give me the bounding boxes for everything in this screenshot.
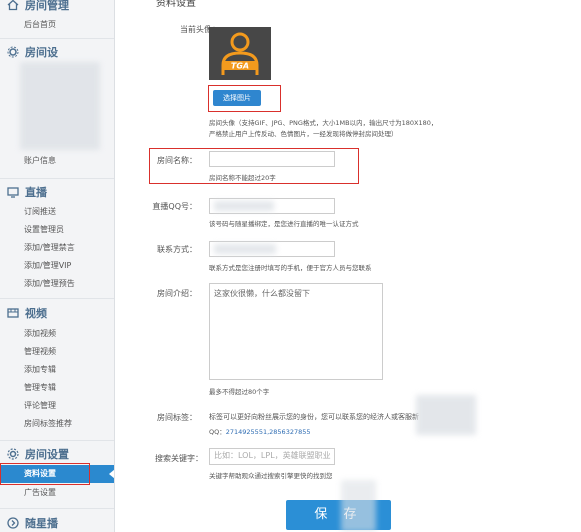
monitor-icon bbox=[7, 186, 19, 198]
intro-textarea[interactable]: 这家伙很懒，什么都没留下 bbox=[209, 283, 383, 380]
keywords-input[interactable]: 比如：LOL，LPL，英雄联盟职业 bbox=[209, 448, 335, 465]
sidebar-item-home[interactable]: 后台首页 bbox=[0, 16, 114, 34]
sidebar-item-manage-album[interactable]: 管理专辑 bbox=[0, 379, 114, 397]
sidebar-section-room-manage[interactable]: 房间管理 bbox=[0, 0, 114, 16]
intro-hint: 最多不得超过80个字 bbox=[209, 388, 270, 396]
sidebar-item-preview[interactable]: 添加/管理预告 bbox=[0, 275, 114, 293]
blurred-region bbox=[416, 395, 476, 435]
sidebar-item-set-admin[interactable]: 设置管理员 bbox=[0, 221, 114, 239]
blurred-region bbox=[341, 480, 376, 532]
sidebar-item-vip[interactable]: 添加/管理VIP bbox=[0, 257, 114, 275]
contact-hint: 联系方式是您注册时填写的手机，便于官方人员与您联系 bbox=[209, 264, 372, 272]
qq-label: 直播QQ号： bbox=[152, 202, 197, 211]
sidebar-section-label: 房间设置 bbox=[25, 448, 69, 461]
gear-icon bbox=[7, 46, 19, 58]
tags-hint-2: QQ：2714925551,2856327855 bbox=[209, 426, 311, 436]
blurred-region bbox=[214, 244, 276, 254]
qq-hint: 该号码与随星播绑定，是您进行直播的唯一认证方式 bbox=[209, 220, 359, 228]
avatar-hint-1: 房间头像（支持GIF、JPG、PNG格式，大小1MB以内，输出尺寸为180X18… bbox=[209, 119, 438, 127]
highlight-box bbox=[0, 463, 90, 485]
sidebar-section-suixingbo[interactable]: 随星播 bbox=[0, 512, 114, 532]
sidebar-section-label: 房间设 bbox=[25, 46, 58, 59]
avatar-label: 当前头像： bbox=[180, 25, 220, 34]
tags-qq-numbers[interactable]: 2714925551,2856327855 bbox=[226, 428, 311, 436]
room-name-hint: 房间名称不能超过20字 bbox=[209, 174, 276, 182]
sidebar-section-live[interactable]: 直播 bbox=[0, 181, 114, 203]
sidebar: 房间管理 后台首页 房间设 账户信息 直播 订阅推送 设置管理员 添加/管理禁言… bbox=[0, 0, 115, 532]
sidebar-item-tag-recommend[interactable]: 房间标签推荐 bbox=[0, 415, 114, 433]
intro-label: 房间介绍： bbox=[157, 289, 197, 298]
tags-qq-prefix: QQ： bbox=[209, 428, 226, 436]
sidebar-item-account-info[interactable]: 账户信息 bbox=[0, 152, 114, 170]
select-image-button[interactable]: 选择图片 bbox=[213, 90, 261, 106]
sidebar-section-label: 随星播 bbox=[25, 517, 58, 530]
tags-label: 房间标签： bbox=[157, 413, 197, 422]
sidebar-item-add-album[interactable]: 添加专辑 bbox=[0, 361, 114, 379]
arrow-circle-icon bbox=[7, 517, 19, 529]
sidebar-item-ad-settings[interactable]: 广告设置 bbox=[0, 484, 114, 502]
blurred-region bbox=[20, 62, 100, 150]
sidebar-section-label: 视频 bbox=[25, 307, 47, 320]
sidebar-item-add-video[interactable]: 添加视频 bbox=[0, 325, 114, 343]
avatar-image: TGA bbox=[209, 27, 271, 80]
sidebar-item-mute[interactable]: 添加/管理禁言 bbox=[0, 239, 114, 257]
sidebar-section-label: 直播 bbox=[25, 186, 47, 199]
avatar-logo-text: TGA bbox=[231, 62, 249, 71]
sidebar-item-comments[interactable]: 评论管理 bbox=[0, 397, 114, 415]
tags-hint-1: 标签可以更好向粉丝展示您的身份，您可以联系您的经济人或客服新 bbox=[209, 413, 419, 421]
gear-icon bbox=[7, 448, 19, 460]
sidebar-item-subscribe-push[interactable]: 订阅推送 bbox=[0, 203, 114, 221]
video-icon bbox=[7, 307, 19, 319]
main-content: 资料设置 当前头像： TGA 选择图片 房间头像（支持GIF、JPG、PNG格式… bbox=[116, 0, 581, 532]
sidebar-section-label: 房间管理 bbox=[25, 0, 69, 12]
page-title: 资料设置 bbox=[156, 0, 196, 9]
contact-label: 联系方式： bbox=[157, 245, 197, 254]
sidebar-section-room-settings[interactable]: 房间设置 bbox=[0, 443, 114, 465]
room-name-label: 房间名称： bbox=[157, 156, 197, 165]
avatar: TGA bbox=[209, 27, 271, 80]
sidebar-section-room-settings-2[interactable]: 房间设 bbox=[0, 41, 114, 63]
avatar-hint-2: 严格禁止用户上传反动、色情图片，一经发现将做停封房间处理） bbox=[209, 130, 398, 138]
blurred-region bbox=[214, 201, 274, 211]
sidebar-item-manage-video[interactable]: 管理视频 bbox=[0, 343, 114, 361]
keywords-hint: 关键字帮助观众通过搜索引擎更快的找到您 bbox=[209, 472, 333, 480]
home-icon bbox=[7, 0, 19, 11]
room-name-input[interactable] bbox=[209, 151, 335, 167]
keywords-label: 搜索关键字： bbox=[155, 454, 203, 463]
sidebar-section-video[interactable]: 视频 bbox=[0, 302, 114, 324]
